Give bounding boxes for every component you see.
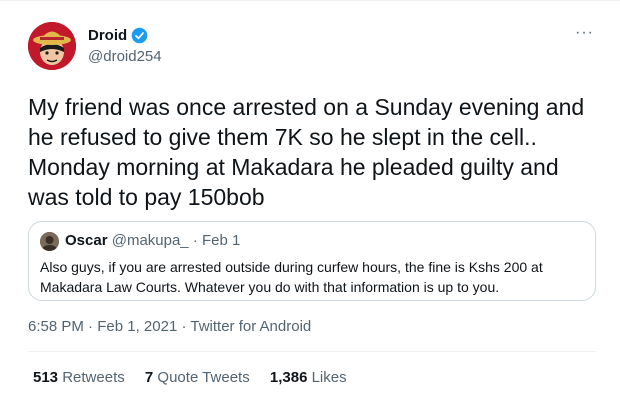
verified-badge-icon: [131, 27, 148, 44]
likes-label: Likes: [311, 369, 347, 386]
tweet-text-line: Monday morning at Makadara he pleaded gu…: [28, 154, 559, 180]
avatar-image-icon: [28, 22, 76, 70]
author-avatar[interactable]: [28, 22, 76, 70]
retweets-stat[interactable]: 513 Retweets: [33, 369, 125, 386]
stats-top-divider: [28, 351, 596, 352]
likes-stat[interactable]: 1,386 Likes: [270, 369, 347, 386]
tweet-text-line: My friend was once arrested on a Sunday …: [28, 94, 585, 120]
meta-separator: ·: [88, 318, 94, 335]
engagement-stats: 513 Retweets 7 Quote Tweets 1,386 Likes: [33, 369, 363, 386]
tweet-meta: 6:58 PM · Feb 1, 2021 · Twitter for Andr…: [28, 318, 311, 335]
tweet-time[interactable]: 6:58 PM: [28, 318, 84, 335]
quoted-text-line: Also guys, if you are arrested outside d…: [40, 259, 543, 275]
quoted-tweet-card[interactable]: Oscar @makupa_ · Feb 1 Also guys, if you…: [28, 221, 596, 301]
tweet-text-line: was told to pay 150bob: [28, 184, 265, 210]
retweets-count: 513: [33, 369, 59, 386]
quoted-date: Feb 1: [202, 232, 241, 249]
quoted-author-avatar: [40, 232, 59, 251]
top-divider: [0, 0, 620, 1]
quoted-author-name: Oscar: [65, 232, 108, 249]
quoted-separator: ·: [192, 232, 198, 249]
author-handle[interactable]: @droid254: [88, 48, 162, 65]
likes-count: 1,386: [269, 369, 308, 386]
meta-separator: ·: [181, 318, 187, 335]
quoted-header: Oscar @makupa_ · Feb 1: [65, 232, 240, 249]
tweet-text: My friend was once arrested on a Sunday …: [28, 92, 598, 212]
quoted-text: Also guys, if you are arrested outside d…: [40, 257, 585, 297]
quoted-avatar-image-icon: [40, 232, 59, 251]
quoted-text-line: Makadara Law Courts. Whatever you do wit…: [40, 279, 500, 295]
quote-tweets-count: 7: [144, 369, 154, 386]
tweet-text-line: he refused to give them 7K so he slept i…: [28, 124, 537, 150]
tweet-source[interactable]: Twitter for Android: [190, 318, 311, 335]
tweet-date[interactable]: Feb 1, 2021: [97, 318, 177, 335]
quote-tweets-label: Quote Tweets: [157, 369, 250, 386]
more-dots-icon[interactable]: ···: [575, 24, 594, 42]
author-name-row[interactable]: Droid: [88, 27, 148, 44]
author-display-name[interactable]: Droid: [88, 27, 127, 44]
quote-tweets-stat[interactable]: 7 Quote Tweets: [145, 369, 250, 386]
retweets-label: Retweets: [62, 369, 125, 386]
quoted-author-handle: @makupa_: [111, 232, 189, 249]
